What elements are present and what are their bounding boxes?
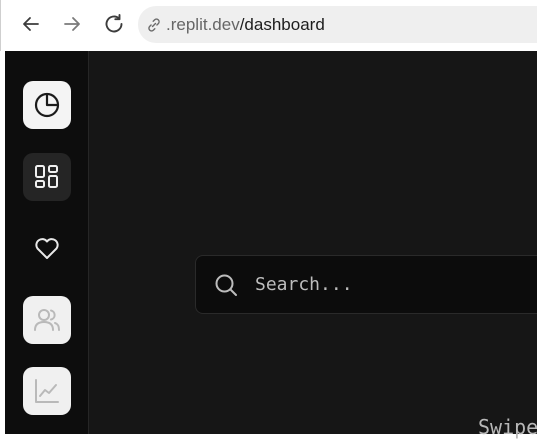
reload-icon: [105, 14, 123, 33]
address-bar[interactable]: .replit.dev /dashboard: [138, 6, 537, 43]
reload-button[interactable]: [99, 9, 129, 39]
browser-toolbar: .replit.dev /dashboard: [0, 0, 537, 51]
grid-icon: [35, 165, 58, 188]
search-input[interactable]: [255, 274, 505, 295]
link-icon: [145, 16, 163, 34]
app-container: Swipe: [5, 51, 537, 439]
search-icon: [214, 273, 238, 297]
url-path: /dashboard: [239, 14, 325, 34]
sidebar-item-favorites[interactable]: [23, 224, 71, 272]
sidebar-item-dashboard[interactable]: [23, 153, 71, 201]
sidebar-item-users[interactable]: [23, 296, 71, 344]
url-host: .replit.dev: [166, 14, 240, 34]
pie-chart-icon: [34, 92, 60, 118]
heart-icon: [35, 238, 59, 259]
line-chart-icon: [35, 379, 59, 403]
arrow-right-icon: [64, 17, 80, 31]
search-box[interactable]: [195, 255, 537, 314]
sidebar: [5, 51, 89, 434]
sidebar-item-overview[interactable]: [23, 81, 71, 129]
swipe-hint-text: Swipe: [478, 415, 537, 439]
forward-button[interactable]: [57, 9, 87, 39]
arrow-left-icon: [23, 17, 39, 31]
sidebar-item-analytics[interactable]: [23, 367, 71, 415]
back-button[interactable]: [16, 9, 46, 39]
users-icon: [34, 309, 60, 331]
